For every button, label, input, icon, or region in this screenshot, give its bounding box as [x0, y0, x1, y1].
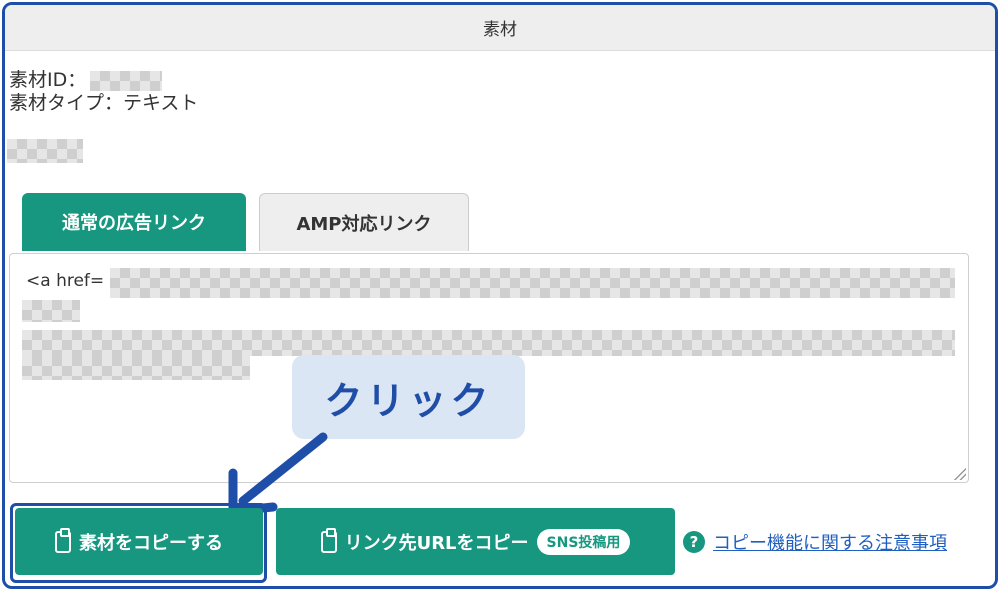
clipboard-icon [320, 527, 337, 553]
material-type-label: 素材タイプ：テキスト [9, 92, 199, 114]
textarea-resize-handle[interactable] [954, 468, 966, 480]
clipboard-icon [55, 527, 71, 553]
material-meta: 素材ID： 素材タイプ：テキスト [9, 69, 198, 115]
material-type-row: 素材タイプ：テキスト [9, 92, 198, 115]
link-tabs: 通常の広告リンク AMP対応リンク [22, 193, 469, 251]
material-panel: 素材 素材ID： 素材タイプ：テキスト 通常の広告リンク AMP対応リンク <a… [2, 2, 998, 589]
code-redacted-line-2 [22, 300, 80, 322]
material-name-redacted [7, 139, 83, 163]
tab-amp-link-label: AMP対応リンク [296, 213, 432, 235]
help-icon: ? [683, 531, 705, 553]
panel-title: 素材 [483, 20, 517, 40]
copy-notes-link[interactable]: コピー機能に関する注意事項 [713, 529, 947, 555]
copy-material-button[interactable]: 素材をコピーする [15, 508, 263, 575]
material-id-label: 素材ID： [9, 69, 87, 91]
sns-badge: SNS投稿用 [536, 528, 631, 555]
tab-amp-link[interactable]: AMP対応リンク [259, 193, 469, 251]
tab-standard-ad-link-label: 通常の広告リンク [62, 213, 206, 234]
copy-notes: ? コピー機能に関する注意事項 [683, 529, 947, 555]
copy-link-url-button[interactable]: リンク先URLをコピー SNS投稿用 [276, 508, 675, 575]
code-redacted-line-3 [22, 330, 955, 356]
copy-material-label: 素材をコピーする [79, 532, 223, 554]
material-id-row: 素材ID： [9, 69, 198, 92]
tab-standard-ad-link[interactable]: 通常の広告リンク [22, 193, 246, 251]
code-prefix-text: <a href= [26, 271, 105, 291]
material-id-redacted [90, 70, 163, 91]
copy-link-url-label: リンク先URLをコピー [344, 532, 529, 554]
code-redacted-line-4 [22, 356, 250, 380]
panel-header: 素材 [5, 5, 995, 51]
code-redacted-line-1 [110, 268, 955, 298]
click-callout-text: クリック [324, 378, 493, 423]
